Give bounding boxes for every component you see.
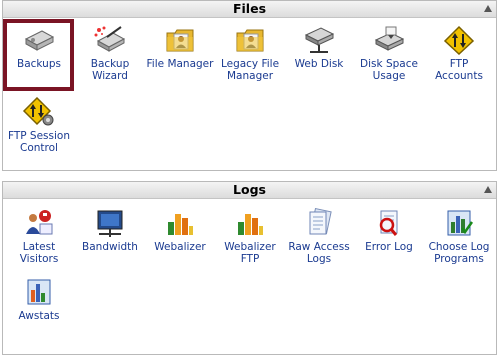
item-label: Awstats xyxy=(18,310,60,322)
legacy-file-manager-item[interactable]: Legacy File Manager xyxy=(216,25,284,82)
ftp-arrows-icon xyxy=(443,25,475,55)
disk-space-usage-item[interactable]: Disk Space Usage xyxy=(355,25,423,82)
item-label: Webalizer xyxy=(154,241,206,253)
item-label: FTP Session Control xyxy=(7,130,70,154)
logs-header[interactable]: Logs xyxy=(3,182,496,199)
ftp-accounts-item[interactable]: FTP Accounts xyxy=(425,25,493,82)
network-drive-icon xyxy=(304,27,335,53)
folder-person-icon xyxy=(236,29,264,52)
item-label: Raw Access Logs xyxy=(288,241,350,265)
item-label: FTP Accounts xyxy=(435,58,483,82)
latest-visitors-item[interactable]: Latest Visitors xyxy=(5,208,73,265)
file-manager-item[interactable]: File Manager xyxy=(146,25,214,70)
webalizer-item[interactable]: Webalizer xyxy=(146,208,214,253)
backups-item[interactable]: Backups xyxy=(5,25,73,70)
ftp-session-control-item[interactable]: FTP Session Control xyxy=(5,97,73,154)
files-title: Files xyxy=(232,1,267,16)
item-label: Backups xyxy=(17,58,61,70)
error-log-item[interactable]: Error Log xyxy=(355,208,423,253)
raw-access-logs-item[interactable]: Raw Access Logs xyxy=(285,208,353,265)
webalizer-chart-icon xyxy=(168,214,193,235)
disk-usage-icon xyxy=(374,26,405,51)
collapse-arrow-icon[interactable] xyxy=(484,186,492,193)
bandwidth-monitor-icon xyxy=(97,210,123,237)
item-label: File Manager xyxy=(146,58,214,70)
webalizer-chart-icon xyxy=(238,214,263,235)
logs-title: Logs xyxy=(233,182,266,197)
item-label: Choose Log Programs xyxy=(428,241,490,265)
choose-log-programs-item[interactable]: Choose Log Programs xyxy=(425,208,493,265)
files-panel: Files Backups Backup Wizard File Manager… xyxy=(2,0,497,171)
item-label: Latest Visitors xyxy=(19,241,59,265)
awstats-item[interactable]: Awstats xyxy=(5,277,73,322)
webalizer-ftp-item[interactable]: Webalizer FTP xyxy=(216,208,284,265)
folder-person-icon xyxy=(166,29,194,52)
awstats-icon xyxy=(27,279,51,305)
error-log-icon xyxy=(379,210,398,236)
item-label: Disk Space Usage xyxy=(360,58,418,82)
bandwidth-item[interactable]: Bandwidth xyxy=(76,208,144,253)
item-label: Bandwidth xyxy=(82,241,138,253)
choose-log-icon xyxy=(447,210,474,236)
logs-panel: Logs Latest Visitors Bandwidth Webalizer… xyxy=(2,181,497,355)
visitors-icon xyxy=(26,210,53,235)
item-label: Legacy File Manager xyxy=(220,58,280,82)
item-label: Backup Wizard xyxy=(90,58,130,82)
backup-wizard-icon xyxy=(94,26,126,52)
ftp-gear-icon xyxy=(22,97,54,126)
item-label: Webalizer FTP xyxy=(224,241,276,265)
log-pages-icon xyxy=(309,208,332,235)
web-disk-item[interactable]: Web Disk xyxy=(285,25,353,70)
item-label: Error Log xyxy=(365,241,413,253)
item-label: Web Disk xyxy=(294,58,344,70)
backup-drive-icon xyxy=(24,30,55,51)
files-header[interactable]: Files xyxy=(3,1,496,18)
collapse-arrow-icon[interactable] xyxy=(484,5,492,12)
backup-wizard-item[interactable]: Backup Wizard xyxy=(76,25,144,82)
